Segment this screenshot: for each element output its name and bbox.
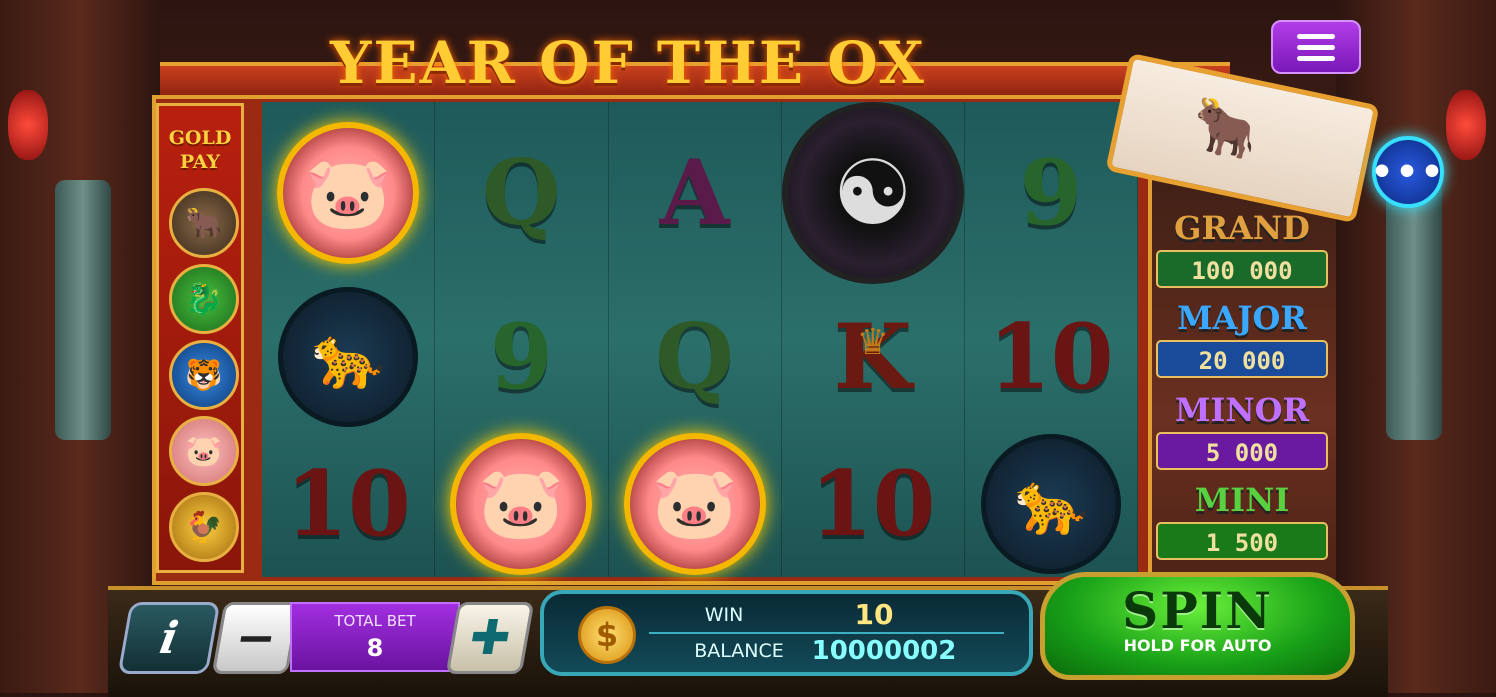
rooster-icon: 🐓 [169,492,239,562]
card-symbol: Q [482,140,561,246]
card-symbol: 10 [810,450,936,557]
pillar [55,180,111,440]
reel-cell: 🐷 [609,430,782,577]
dragon-icon: 🐉 [169,264,239,334]
total-bet-label: TOTAL BET [334,612,416,630]
yin-yang-symbol-icon: ☯ [781,102,964,284]
ox-papercut-icon: 🐂 [1185,90,1265,167]
spin-label: SPIN [1122,581,1273,640]
pig-icon: 🐷 [169,416,239,486]
tiger-symbol-icon: 🐆 [980,433,1121,574]
menu-button[interactable] [1271,20,1361,74]
jackpot-value: 5 000 [1156,432,1328,470]
reel-cell: Q [609,284,782,431]
gold-pay-column: GOLD PAY 🐂 🐉 🐯 🐷 🐓 [156,103,244,573]
reel-cell: 9 [435,284,609,431]
win-label: WIN [704,604,744,626]
card-symbol: Q [655,304,734,411]
reel-cell: 🐆 [262,284,436,431]
reel-cell: 10 [262,430,436,577]
card-symbol: 10 [285,450,411,557]
tiger-symbol-icon: 🐆 [278,287,419,428]
decrease-bet-button[interactable]: − [211,602,301,674]
hamburger-line [1297,55,1335,61]
more-options-button[interactable]: ••• [1370,136,1444,208]
jackpot-name: MINOR [1174,391,1310,429]
dollar-coin-icon: $ [578,606,636,664]
card-symbol: 9 [490,304,553,411]
gold-pay-label: GOLD PAY [159,126,241,174]
reel-cell: 9 [965,102,1138,284]
jackpot-value: 100 000 [1156,250,1328,288]
pig-symbol-icon: 🐷 [623,432,766,575]
reel-cell: 10 [782,430,965,577]
crown-icon: ♛ [856,322,889,363]
reel-cell: ☯ [781,102,965,284]
lantern-icon [8,90,48,160]
pig-symbol-icon: 🐷 [450,432,593,575]
card-symbol: 10 [988,304,1114,411]
total-bet-value: 8 [366,634,384,662]
divider [649,632,1004,634]
card-symbol: 9 [1019,140,1083,246]
reel-grid: 🐷 Q A ☯ 9 🐆 9 Q ♛ K 10 10 🐷 🐷 10 🐆 [262,102,1138,577]
increase-bet-button[interactable]: ✚ [445,602,535,674]
reel-cell: 🐷 [262,102,436,284]
jackpot-name: MAJOR [1177,299,1307,337]
total-bet-display: TOTAL BET 8 [290,602,460,672]
reel-cell: 10 [965,284,1138,431]
balance-label: BALANCE [694,640,784,662]
lantern-icon [1446,90,1486,160]
spin-sublabel: HOLD FOR AUTO [1123,636,1272,655]
ox-icon: 🐂 [169,188,239,258]
jackpot-value: 20 000 [1156,340,1328,378]
reel-cell: Q [435,102,609,284]
win-balance-panel: $ WIN 10 BALANCE 10000002 [540,590,1033,676]
jackpot-name: MINI [1194,481,1290,519]
gold-pay-label-line1: GOLD [168,127,232,149]
spin-button[interactable]: SPIN HOLD FOR AUTO [1040,572,1355,680]
card-symbol: A [659,140,730,246]
info-button[interactable]: i [117,602,221,674]
reel-cell: ♛ K [782,284,965,431]
hamburger-line [1297,44,1335,50]
pig-symbol-icon: 🐷 [277,122,420,264]
win-value: 10 [854,598,894,631]
reel-cell: 🐷 [435,430,609,577]
jackpot-value: 1 500 [1156,522,1328,560]
pillar [1386,180,1442,440]
reel-cell: 🐆 [965,430,1138,577]
balance-value: 10000002 [811,636,957,666]
tiger-icon: 🐯 [169,340,239,410]
game-title: YEAR OF THE OX [330,29,926,97]
gold-pay-label-line2: PAY [179,151,221,173]
reel-cell: A [609,102,782,284]
hamburger-line [1297,33,1335,39]
jackpot-name: GRAND [1174,209,1310,247]
